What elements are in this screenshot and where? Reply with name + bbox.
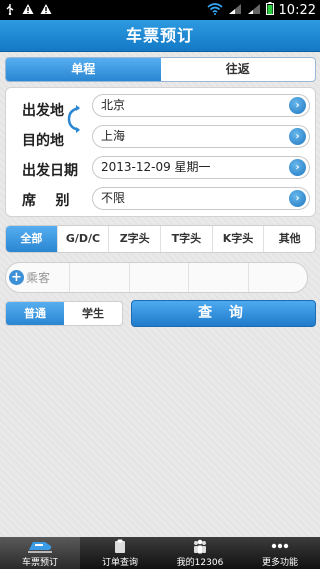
passenger-slot[interactable] [130,263,189,292]
filter-other[interactable]: 其他 [263,226,315,252]
from-label: 出发地 [22,103,64,119]
to-station-value: 上海 [101,129,126,143]
ticket-type-adult[interactable]: 普通 [6,302,64,325]
train-icon [27,538,53,554]
status-time: 10:22 [278,2,316,18]
to-label: 目的地 [22,133,64,149]
filter-gdc[interactable]: G/D/C [56,226,109,252]
filter-all[interactable]: 全部 [6,226,57,252]
tab-round-trip[interactable]: 往返 [161,58,316,81]
swap-stations-icon[interactable] [66,104,82,134]
seat-label: 席 别 [22,193,70,209]
wifi-icon [207,2,223,18]
nav-label: 更多功能 [261,558,298,568]
booking-form: 出发地 目的地 出发日期 席 别 北京 › 上海 › 2013-12-09 星期… [5,87,316,217]
seat-class-value: 不限 [101,191,126,205]
plus-icon: + [9,270,24,285]
date-field[interactable]: 2013-12-09 星期一 › [92,156,310,179]
warning-icon-2 [40,3,52,18]
battery-icon [265,2,274,18]
passenger-row: + 乘客 [5,262,308,293]
to-station-field[interactable]: 上海 › [92,125,310,148]
passenger-slot[interactable] [189,263,249,292]
warning-icon [22,3,34,18]
chevron-right-icon[interactable]: › [289,97,306,114]
chevron-right-icon[interactable]: › [289,159,306,176]
chevron-right-icon[interactable]: › [289,128,306,145]
date-value: 2013-12-09 星期一 [101,160,211,174]
signal-icon [228,3,242,18]
nav-label: 订单查询 [101,558,138,568]
nav-label: 车票预订 [21,558,58,568]
nav-ticket-booking[interactable]: 车票预订 [0,537,80,569]
more-dots-icon [271,538,289,554]
trip-type-tabs: 单程 往返 [5,57,316,82]
filter-k[interactable]: K字头 [211,226,264,252]
nav-more[interactable]: 更多功能 [240,537,320,569]
passenger-slot[interactable] [249,263,308,292]
add-passenger-button[interactable]: + 乘客 [6,263,70,292]
from-station-value: 北京 [101,98,126,112]
tab-one-way[interactable]: 单程 [6,58,161,81]
filter-z[interactable]: Z字头 [108,226,160,252]
usb-icon [4,3,16,17]
nav-label: 我的12306 [176,558,224,568]
ticket-type-student[interactable]: 学生 [64,302,122,325]
people-icon [191,538,209,554]
search-button[interactable]: 查 询 [131,300,316,327]
filter-t[interactable]: T字头 [160,226,212,252]
bottom-nav: 车票预订 订单查询 我的12306 更多功能 [0,537,320,569]
from-station-field[interactable]: 北京 › [92,94,310,117]
nav-my-12306[interactable]: 我的12306 [160,537,240,569]
seat-class-field[interactable]: 不限 › [92,187,310,210]
add-passenger-label: 乘客 [26,271,51,285]
signal-icon-2 [247,3,261,18]
passenger-slot[interactable] [70,263,130,292]
date-label: 出发日期 [22,163,78,179]
ticket-type-toggle: 普通 学生 [5,301,123,326]
nav-order-query[interactable]: 订单查询 [80,537,160,569]
chevron-right-icon[interactable]: › [289,190,306,207]
status-bar: 10:22 [0,0,320,20]
page-title: 车票预订 [0,20,320,52]
clipboard-icon [114,538,126,554]
train-type-filter: 全部 G/D/C Z字头 T字头 K字头 其他 [5,225,316,253]
